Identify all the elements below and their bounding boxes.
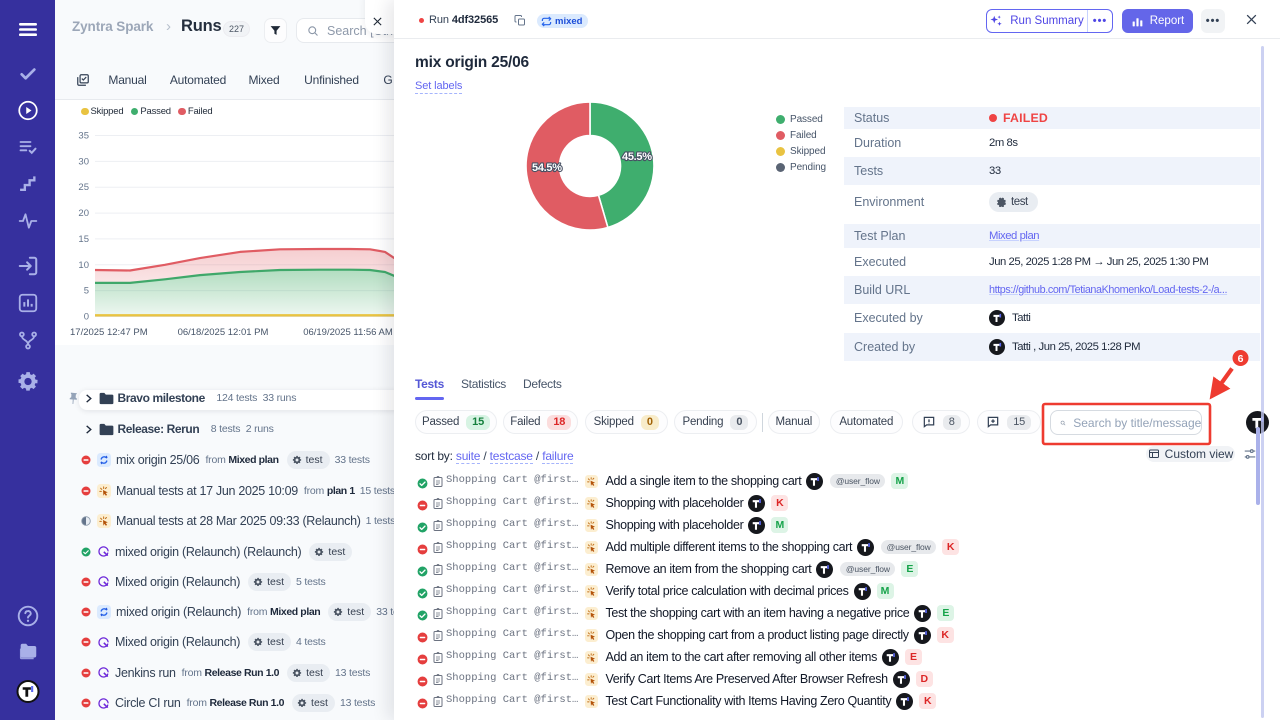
svg-text:0: 0 bbox=[84, 312, 89, 323]
svg-text:25: 25 bbox=[78, 182, 89, 193]
svg-text:15: 15 bbox=[78, 234, 89, 245]
svg-text:45.5%: 45.5% bbox=[622, 151, 652, 163]
svg-text:30: 30 bbox=[78, 156, 89, 167]
svg-text:06/19/2025 11:56 AM: 06/19/2025 11:56 AM bbox=[303, 327, 393, 338]
svg-text:20: 20 bbox=[78, 208, 89, 219]
svg-text:06/18/2025 12:01 PM: 06/18/2025 12:01 PM bbox=[178, 327, 269, 338]
svg-text:17/2025 12:47 PM: 17/2025 12:47 PM bbox=[70, 327, 148, 338]
svg-text:35: 35 bbox=[78, 131, 89, 142]
svg-text:5: 5 bbox=[84, 286, 89, 297]
svg-text:54.5%: 54.5% bbox=[532, 162, 562, 174]
svg-text:10: 10 bbox=[78, 260, 89, 271]
